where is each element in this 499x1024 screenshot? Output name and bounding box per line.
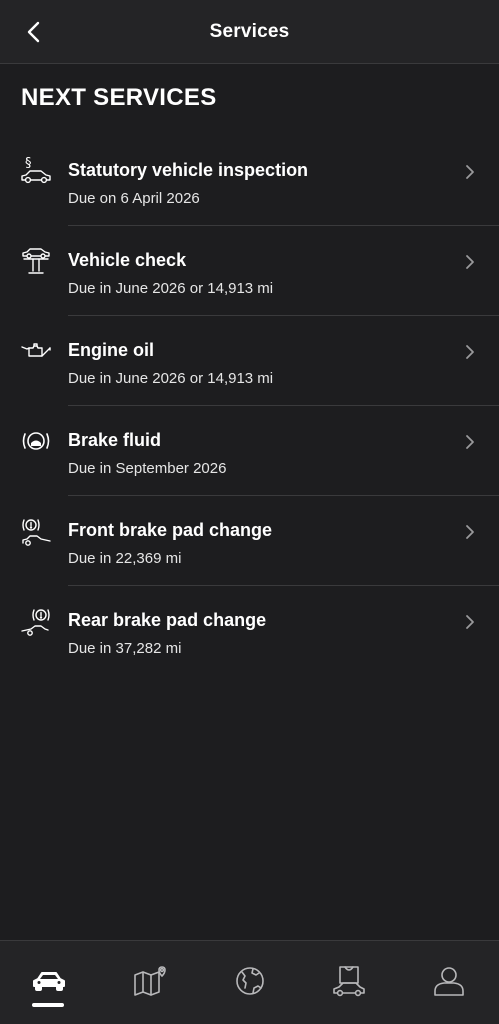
service-title: Engine oil <box>68 340 155 360</box>
active-tab-indicator <box>32 1003 64 1007</box>
shop-car-icon <box>333 966 365 997</box>
service-due: Due on 6 April 2026 <box>68 190 200 207</box>
front-brake-pad-icon <box>19 516 53 546</box>
car-icon <box>33 972 65 991</box>
section-title: NEXT SERVICES <box>21 84 217 111</box>
chevron-right-icon <box>466 615 474 629</box>
service-item[interactable]: § Statutory vehicle inspection Due on 6 … <box>0 136 499 226</box>
map-icon <box>134 966 166 996</box>
oil-can-icon <box>19 336 53 366</box>
brake-fluid-icon <box>19 426 53 456</box>
service-item[interactable]: Rear brake pad change Due in 37,282 mi <box>0 586 499 676</box>
nav-profile-tab[interactable] <box>429 961 469 1001</box>
service-item[interactable]: Vehicle check Due in June 2026 or 14,913… <box>0 226 499 316</box>
service-title: Brake fluid <box>68 430 162 450</box>
nav-map-tab[interactable] <box>130 961 170 1001</box>
service-item[interactable]: Engine oil Due in June 2026 or 14,913 mi <box>0 316 499 406</box>
service-due: Due in September 2026 <box>68 460 227 477</box>
back-button[interactable] <box>18 16 50 48</box>
chevron-right-icon <box>466 435 474 449</box>
service-item[interactable]: Front brake pad change Due in 22,369 mi <box>0 496 499 586</box>
service-list: § Statutory vehicle inspection Due on 6 … <box>0 136 499 676</box>
vehicle-lift-icon <box>19 246 53 276</box>
page-title: Services <box>209 20 290 42</box>
chevron-right-icon <box>466 525 474 539</box>
nav-explore-tab[interactable] <box>230 961 270 1001</box>
service-item[interactable]: Brake fluid Due in September 2026 <box>0 406 499 496</box>
chevron-left-icon <box>27 21 40 43</box>
top-bar: Services <box>0 0 499 64</box>
service-due: Due in June 2026 or 14,913 mi <box>68 280 274 297</box>
service-due: Due in June 2026 or 14,913 mi <box>68 370 274 387</box>
service-due: Due in 22,369 mi <box>68 550 182 567</box>
service-title: Front brake pad change <box>68 520 273 540</box>
service-title: Rear brake pad change <box>68 610 267 630</box>
chevron-right-icon <box>466 345 474 359</box>
service-title: Vehicle check <box>68 250 187 270</box>
nav-shop-tab[interactable] <box>329 961 369 1001</box>
inspection-paragraph-car-icon: § <box>19 156 53 186</box>
globe-icon <box>236 967 264 995</box>
chevron-right-icon <box>466 165 474 179</box>
services-screen: Services NEXT SERVICES § Statutory vehic… <box>0 0 499 1024</box>
service-due: Due in 37,282 mi <box>68 640 182 657</box>
chevron-right-icon <box>466 255 474 269</box>
bottom-nav <box>0 940 499 1024</box>
service-title: Statutory vehicle inspection <box>68 160 309 180</box>
profile-icon <box>434 967 464 996</box>
nav-vehicle-tab[interactable] <box>29 961 69 1001</box>
svg-text:§: § <box>25 156 32 171</box>
rear-brake-pad-icon <box>19 606 53 636</box>
